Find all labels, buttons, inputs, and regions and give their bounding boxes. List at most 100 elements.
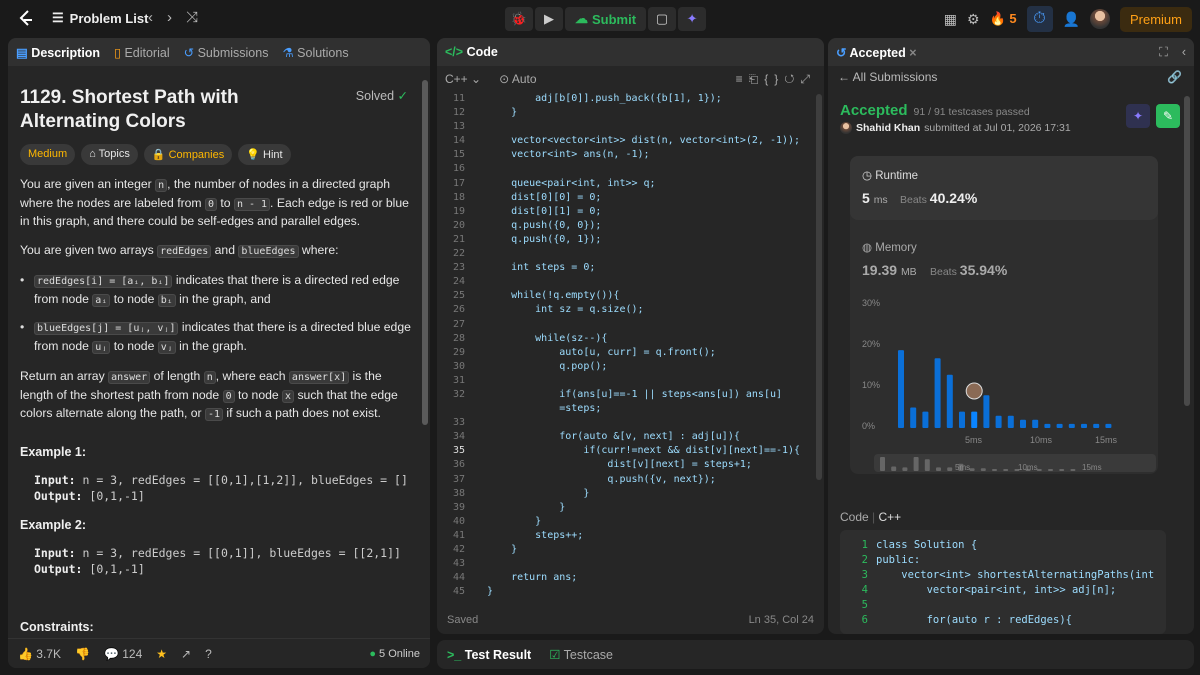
shuffle-icon[interactable]: ⤨	[186, 9, 198, 26]
difficulty-badge[interactable]: Medium	[20, 144, 76, 165]
problem-list-link[interactable]: ☰ Problem List	[52, 10, 148, 26]
topics-tag[interactable]: ⌂ Topics	[81, 144, 138, 165]
maximize-icon[interactable]: ⛶	[1159, 45, 1168, 60]
run-button[interactable]: ▶	[535, 7, 563, 31]
bookmark-icon[interactable]: ⎗	[749, 72, 765, 86]
inline-code: vⱼ	[157, 340, 176, 354]
inline-code: redEdges	[157, 244, 212, 258]
top-bar: ☰ Problem List ‹ › ⤨ 🐞 ▶ ☁ Submit ▢ ✦ ▦ ⚙…	[0, 0, 1200, 38]
code-tab[interactable]: </> Code	[445, 45, 498, 59]
tab-description[interactable]: ▤ Description	[16, 45, 100, 60]
notes-button[interactable]: ▢	[648, 7, 677, 31]
username[interactable]: Shahid Khan	[856, 122, 920, 134]
next-problem-icon[interactable]: ›	[167, 9, 172, 26]
problem-title: 1129. Shortest Path with Alternating Col…	[20, 87, 239, 132]
companies-tag[interactable]: 🔒 Companies	[143, 144, 233, 165]
auto-toggle[interactable]: ⊙ Auto	[499, 72, 536, 86]
auto-label: Auto	[511, 72, 537, 86]
likes-count: 3.7K	[36, 646, 61, 661]
code-text: for(auto r : redEdges){	[876, 614, 1072, 626]
share-icon[interactable]: ↗	[181, 647, 191, 661]
code-line: 24	[437, 275, 824, 289]
tag-icon: ⌂	[89, 148, 96, 160]
accepted-tab[interactable]: ↺ Accepted ×	[836, 45, 917, 60]
label: Input:	[34, 473, 76, 487]
tab-editorial[interactable]: ▯ Editorial	[114, 45, 170, 60]
code-line: 37 q.push({v, next});	[437, 473, 824, 487]
submit-button[interactable]: ☁ Submit	[565, 7, 647, 31]
language-select[interactable]: C++ ⌄	[445, 72, 481, 86]
code-line: 3 vector<int> shortestAlternatingPaths(i…	[840, 568, 1166, 583]
edit-solution-button[interactable]: ✎	[1156, 104, 1180, 128]
reset-icon[interactable]: ↺	[784, 72, 800, 86]
code-line: 17 queue<pair<int, int>> q;	[437, 177, 824, 191]
overview-bar	[992, 469, 997, 471]
format-icon[interactable]: ≡	[736, 72, 749, 86]
runtime-card[interactable]: ◷ Runtime 5 ms Beats 40.24%	[850, 156, 1158, 220]
tab-testcase[interactable]: ☑ Testcase	[549, 647, 613, 662]
center-toolbar: 🐞 ▶ ☁ Submit ▢ ✦	[505, 7, 707, 31]
like-button[interactable]: 👍 3.7K	[18, 647, 61, 661]
line-number: 2	[861, 554, 868, 566]
star-icon[interactable]: ★	[156, 647, 167, 661]
close-icon[interactable]: ×	[909, 46, 916, 60]
code-text: }	[487, 515, 542, 527]
code-text: public:	[876, 554, 921, 566]
desc-paragraph: Return an array answer of length n, wher…	[20, 368, 416, 424]
settings-gear-icon[interactable]: ⚙	[967, 11, 980, 28]
premium-button[interactable]: Premium	[1119, 6, 1192, 32]
text: Return an array	[20, 369, 109, 383]
hint-tag[interactable]: 💡 Hint	[238, 144, 291, 165]
code-line: 6 for(auto r : redEdges){	[840, 613, 1166, 628]
tab-submissions[interactable]: ↺ Submissions	[184, 45, 269, 60]
debug-button[interactable]: 🐞	[505, 7, 533, 31]
user-position-marker	[965, 382, 983, 400]
braces-icon[interactable]: {}	[764, 72, 784, 86]
timer-icon[interactable]: ⏱	[1026, 6, 1053, 32]
chart-bar	[1007, 415, 1014, 428]
chart-bar	[934, 358, 941, 428]
accepted-tab-label: Accepted	[849, 45, 906, 60]
text: and	[211, 242, 239, 257]
accepted-scrollbar[interactable]	[1184, 96, 1190, 406]
chart-bar	[1044, 423, 1051, 428]
tab-solutions[interactable]: ⚗ Solutions	[282, 45, 348, 60]
submit-label: Submit	[592, 11, 637, 27]
runtime-distribution-chart[interactable]: 30% 20% 10% 0% 5ms 10ms 15ms 5ms 10ms 15ms	[850, 294, 1158, 474]
user-avatar[interactable]	[1089, 9, 1110, 29]
problem-tags: Medium ⌂ Topics 🔒 Companies 💡 Hint	[20, 144, 291, 165]
leetcode-logo-icon[interactable]	[16, 9, 36, 29]
overview-bar	[1059, 469, 1065, 471]
text: , where each	[215, 369, 289, 383]
description-scrollbar[interactable]	[422, 80, 428, 425]
code-line: 29 auto[u, curr] = q.front();	[437, 346, 824, 360]
all-submissions-link[interactable]: ← All Submissions	[838, 70, 937, 84]
code-scrollbar[interactable]	[816, 94, 822, 480]
tab-test-result[interactable]: >_ Test Result	[447, 648, 531, 662]
overview-bar	[947, 467, 953, 471]
chart-bar	[922, 411, 929, 428]
code-text: if(curr!=next && dist[v][next]==-1){	[487, 445, 801, 457]
help-icon[interactable]: ?	[205, 647, 212, 661]
beats-label: Beats	[900, 194, 927, 206]
code-line: 35 if(curr!=next && dist[v][next]==-1){	[437, 444, 824, 458]
ai-analyze-button[interactable]: ✦	[1126, 104, 1150, 128]
inline-code: n - 1	[233, 197, 271, 211]
code-editor[interactable]: 11 adj[b[0]].push_back({b[1], 1}); 12 } 13…	[437, 92, 824, 600]
prev-problem-icon[interactable]: ‹	[148, 9, 153, 26]
expand-icon[interactable]: ⤢	[800, 72, 816, 86]
link-icon[interactable]: 🔗	[1167, 70, 1182, 84]
collapse-icon[interactable]: ‹	[1182, 45, 1186, 59]
streak-counter[interactable]: 🔥 5	[990, 11, 1017, 27]
ai-sparkle-button[interactable]: ✦	[678, 7, 707, 31]
comments-button[interactable]: 💬 124	[104, 647, 142, 661]
label: Input:	[34, 546, 76, 560]
dislike-icon[interactable]: 👎	[75, 647, 90, 661]
layout-icon[interactable]: ▦	[944, 11, 957, 28]
problem-description: You are given an integer n, the number o…	[20, 176, 416, 436]
add-user-icon[interactable]: 👤	[1063, 11, 1080, 28]
inline-code: 0	[204, 197, 217, 211]
value: n = 3, redEdges = [[0,1]], blueEdges = […	[75, 546, 401, 560]
memory-label[interactable]: ◍ Memory	[862, 240, 917, 254]
